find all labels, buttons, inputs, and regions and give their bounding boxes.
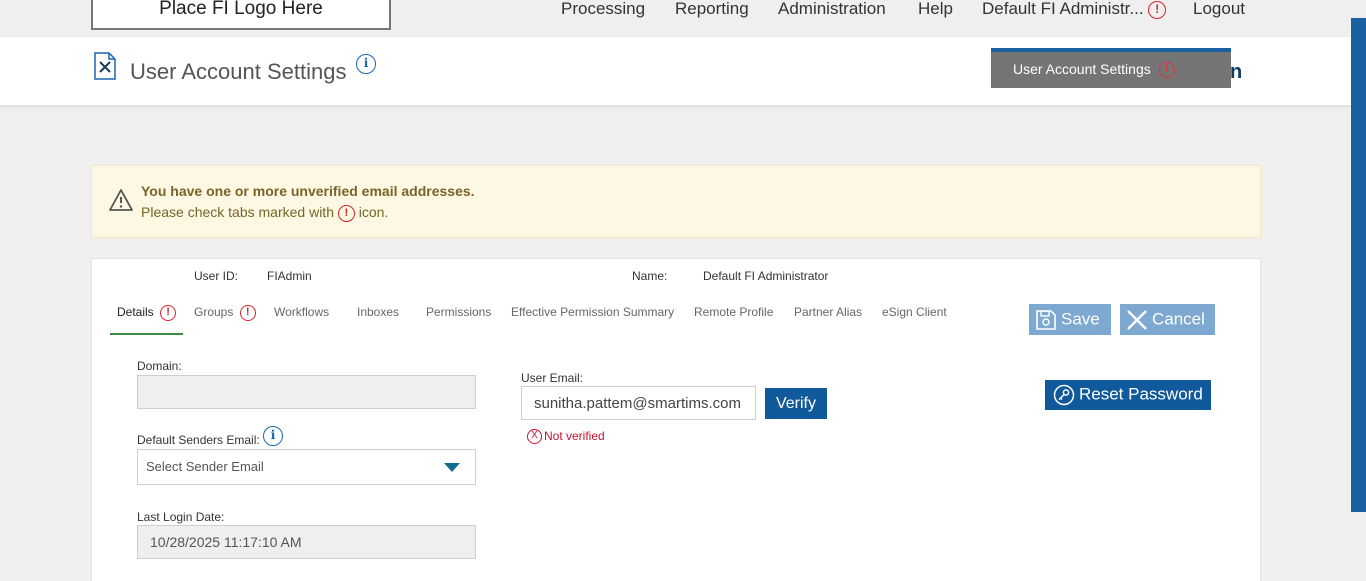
tab-groups-label: Groups — [194, 305, 234, 320]
x-circle-icon: X — [527, 429, 542, 445]
user-details-panel: User ID: FIAdmin Name: Default FI Admini… — [91, 258, 1261, 581]
reset-password-button[interactable]: Reset Password — [1045, 380, 1211, 410]
name-value: Default FI Administrator — [703, 269, 829, 283]
alert-icon: ! — [160, 305, 177, 321]
info-icon[interactable]: i — [356, 54, 376, 74]
default-senders-email-label: Default Senders Email: — [137, 433, 260, 447]
domain-field[interactable] — [137, 375, 476, 409]
cancel-button[interactable]: Cancel — [1120, 304, 1215, 335]
save-button[interactable]: Save — [1029, 304, 1111, 335]
close-x-icon — [1127, 309, 1147, 330]
fi-logo-placeholder: Place FI Logo Here — [91, 0, 391, 30]
tab-inboxes[interactable]: Inboxes — [357, 305, 399, 335]
select-value: Select Sender Email — [146, 459, 264, 474]
tab-permissions[interactable]: Permissions — [426, 305, 491, 335]
warning-triangle-icon — [109, 189, 133, 211]
user-email-label: User Email: — [521, 371, 584, 385]
unverified-email-warning: You have one or more unverified email ad… — [91, 165, 1261, 238]
domain-label: Domain: — [137, 359, 182, 373]
nav-processing[interactable]: Processing — [561, 0, 645, 18]
tab-esign-client[interactable]: eSign Client — [882, 305, 947, 335]
tooltip-label: User Account Settings — [1013, 61, 1151, 77]
default-senders-email-select[interactable]: Select Sender Email — [137, 449, 476, 485]
key-icon — [1053, 384, 1075, 406]
page-title: User Account Settings — [130, 59, 347, 84]
cancel-label: Cancel — [1152, 308, 1205, 328]
warning-text-after: icon. — [358, 204, 389, 220]
tab-details-label: Details — [117, 305, 154, 320]
nav-administration[interactable]: Administration — [778, 0, 886, 18]
alert-icon: ! — [1148, 0, 1167, 19]
nav-reporting[interactable]: Reporting — [675, 0, 749, 18]
email-status: X Not verified — [527, 429, 605, 445]
reset-password-label: Reset Password — [1079, 384, 1203, 404]
warning-text-before: Please check tabs marked with — [141, 204, 334, 220]
nav-user-menu[interactable]: Default FI Administr... ! — [982, 0, 1167, 19]
alert-icon: ! — [239, 305, 256, 321]
user-email-field[interactable] — [521, 386, 756, 420]
page-header: User Account Settings i n User Account S… — [0, 37, 1351, 105]
tab-workflows[interactable]: Workflows — [274, 305, 329, 335]
last-login-date-field — [137, 525, 476, 559]
user-id-label: User ID: — [194, 269, 239, 283]
verify-button[interactable]: Verify — [765, 388, 827, 419]
top-navigation-bar: Place FI Logo Here Processing Reporting … — [0, 0, 1351, 37]
tab-remote-profile[interactable]: Remote Profile — [694, 305, 773, 335]
tab-details[interactable]: Details ! — [110, 305, 184, 335]
alert-icon: ! — [1158, 62, 1175, 79]
alert-icon: ! — [337, 204, 355, 222]
warning-heading: You have one or more unverified email ad… — [141, 183, 475, 199]
nav-user-menu-label: Default FI Administr... — [982, 0, 1144, 18]
scrollbar-track[interactable] — [1351, 512, 1366, 581]
hidden-heading-fragment: n — [1230, 61, 1243, 83]
scrollbar-thumb[interactable] — [1351, 18, 1366, 512]
name-label: Name: — [632, 269, 668, 283]
warning-text: Please check tabs marked with ! icon. — [141, 204, 388, 222]
nav-help[interactable]: Help — [918, 0, 953, 18]
tab-partner-alias[interactable]: Partner Alias — [794, 305, 862, 335]
info-icon[interactable]: i — [263, 426, 283, 446]
nav-logout[interactable]: Logout — [1193, 0, 1245, 18]
tab-groups[interactable]: Groups ! — [194, 305, 256, 335]
user-id-value: FIAdmin — [267, 269, 312, 283]
save-label: Save — [1061, 308, 1100, 328]
chevron-down-icon — [444, 463, 460, 472]
last-login-date-label: Last Login Date: — [137, 510, 225, 524]
tooltip-user-account-settings: User Account Settings ! — [991, 48, 1231, 88]
tab-effective-permission-summary[interactable]: Effective Permission Summary — [511, 305, 674, 335]
email-status-text: Not verified — [544, 429, 605, 443]
document-tools-icon — [94, 52, 116, 80]
save-disk-icon — [1036, 309, 1056, 330]
